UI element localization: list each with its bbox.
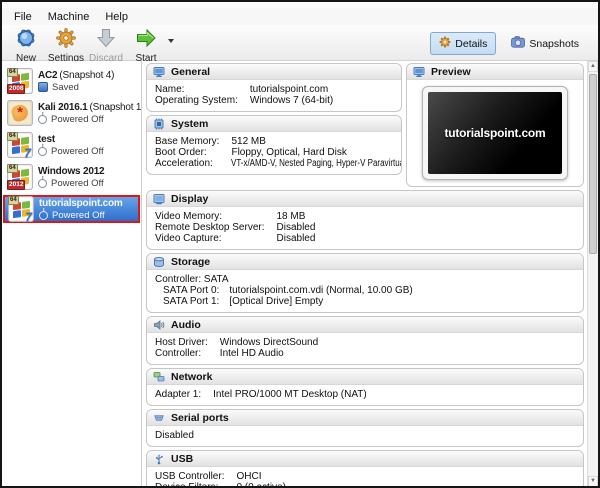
menu-machine[interactable]: Machine	[40, 10, 98, 24]
windows-2012-os-icon: 64 2012	[7, 164, 33, 190]
view-switch: Details Snapshots	[430, 26, 592, 55]
section-preview: Preview tutorialspoint.com	[406, 63, 584, 187]
monitor-icon	[413, 66, 425, 77]
section-general: General Name: tutorialspoint.com Operatin…	[146, 63, 402, 112]
vm-name: AC2 (Snapshot 4)	[38, 69, 115, 81]
monitor-icon	[153, 66, 165, 77]
main-area: 64 2008 AC2(Snapshot 4) Saved Kali 2016.…	[2, 61, 598, 486]
snapshots-view-button[interactable]: Snapshots	[502, 32, 588, 55]
section-network: Network Adapter 1: Intel PRO/1000 MT Desk…	[146, 368, 584, 406]
details-label: Details	[455, 37, 488, 50]
details-gear-icon	[439, 36, 451, 51]
vm-item-tutorialspoint-selected[interactable]: 64 7 tutorialspoint.com Powered Off	[3, 195, 140, 224]
audio-header[interactable]: Audio	[147, 317, 583, 333]
start-arrow-icon	[135, 27, 157, 54]
discard-down-arrow-icon	[95, 27, 117, 54]
vm-preview-screen: tutorialspoint.com	[428, 92, 562, 174]
storage-header[interactable]: Storage	[147, 254, 583, 270]
vm-list-sidebar: 64 2008 AC2(Snapshot 4) Saved Kali 2016.…	[2, 61, 142, 486]
serial-ports-value: Disabled	[155, 430, 194, 441]
section-storage: Storage Controller: SATA SATA Port 0: tut…	[146, 253, 584, 313]
section-system: System Base Memory: 512 MB Boot Order: Flo…	[146, 115, 402, 175]
vm-status: Powered Off	[38, 178, 106, 189]
saved-state-icon	[38, 82, 48, 92]
start-dropdown-arrow[interactable]	[168, 39, 174, 43]
vm-name: tutorialspoint.com	[39, 197, 123, 209]
serial-connector-icon	[154, 414, 164, 421]
vm-item-ac2[interactable]: 64 2008 AC2 (Snapshot 4) Saved	[2, 67, 141, 95]
start-button[interactable]: Start	[126, 26, 166, 64]
menu-help[interactable]: Help	[97, 10, 136, 24]
system-header[interactable]: System	[147, 116, 401, 132]
preview-header[interactable]: Preview	[407, 64, 583, 80]
disk-icon	[154, 256, 164, 267]
vm-name: Kali 2016.1 (Snapshot 1)	[38, 101, 141, 113]
vm-status: Powered Off	[38, 146, 104, 157]
windows-7-os-icon: 64 7	[8, 196, 34, 224]
power-off-icon	[38, 146, 47, 156]
details-scrollbar[interactable]: ▲ ▼	[587, 61, 598, 486]
toolbar: New Settings Discard Start Details Snaps…	[2, 25, 598, 64]
vm-name: test	[38, 133, 55, 145]
vm-item-kali[interactable]: Kali 2016.1(Snapshot 1) Powered Off	[2, 99, 141, 127]
section-audio: Audio Host Driver: Windows DirectSound Co…	[146, 316, 584, 365]
discard-button[interactable]: Discard	[86, 26, 126, 64]
network-header[interactable]: Network	[147, 369, 583, 385]
general-header[interactable]: General	[147, 64, 401, 80]
details-pane: General Name: tutorialspoint.com Operatin…	[142, 61, 587, 486]
new-icon	[15, 27, 37, 54]
power-off-icon	[38, 178, 47, 188]
vm-status: Powered Off	[38, 114, 141, 125]
section-serial-ports: Serial ports Disabled	[146, 409, 584, 447]
storage-controller-line: Controller: SATA	[155, 274, 229, 285]
section-display: Display Video Memory: 18 MB Remote Deskto…	[146, 190, 584, 250]
power-off-icon	[39, 210, 48, 220]
display-icon	[153, 193, 165, 204]
usb-plug-icon	[156, 453, 163, 464]
scroll-up-arrow[interactable]: ▲	[588, 61, 598, 72]
usb-header[interactable]: USB	[147, 451, 583, 467]
scroll-down-arrow[interactable]: ▼	[588, 476, 598, 486]
serial-ports-header[interactable]: Serial ports	[147, 410, 583, 426]
settings-gear-icon	[55, 27, 77, 54]
display-header[interactable]: Display	[147, 191, 583, 207]
scrollbar-thumb[interactable]	[589, 74, 597, 254]
vm-preview-monitor: tutorialspoint.com	[422, 86, 568, 180]
speaker-icon	[154, 319, 165, 330]
settings-button[interactable]: Settings	[46, 26, 86, 64]
asterisk-icon	[8, 101, 32, 125]
vm-status: Powered Off	[39, 210, 125, 221]
snapshots-label: Snapshots	[529, 37, 579, 50]
vm-status: Saved	[38, 82, 114, 93]
kali-os-icon	[7, 100, 33, 126]
vm-item-windows-2012[interactable]: 64 2012 Windows 2012 Powered Off	[2, 163, 141, 191]
virtualbox-manager-window: File Machine Help New Settings Discard S…	[0, 0, 600, 488]
network-icon	[153, 371, 165, 381]
scrollbar-track[interactable]	[588, 72, 598, 476]
windows-7-os-icon: 64 7	[7, 132, 33, 160]
new-button[interactable]: New	[6, 26, 46, 64]
section-usb: USB USB Controller:OHCI Device Filters:0…	[146, 450, 584, 486]
power-off-icon	[38, 114, 47, 124]
windows-2008-os-icon: 64 2008	[7, 68, 33, 94]
menu-file[interactable]: File	[6, 10, 40, 24]
menu-bar: File Machine Help	[2, 8, 598, 25]
details-view-button[interactable]: Details	[430, 32, 497, 55]
vm-name: Windows 2012	[38, 165, 105, 177]
snapshots-camera-icon	[511, 36, 526, 51]
vm-item-test[interactable]: 64 7 test Powered Off	[2, 131, 141, 160]
chip-icon	[154, 118, 164, 129]
